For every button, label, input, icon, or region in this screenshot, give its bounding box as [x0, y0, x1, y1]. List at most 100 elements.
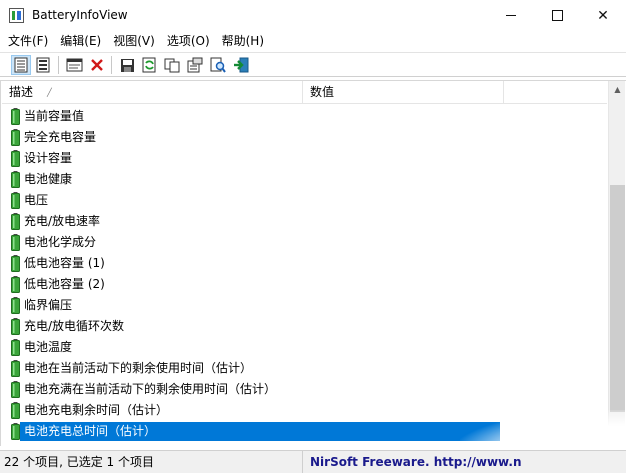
minimize-icon [506, 15, 516, 16]
battery-icon-wrap [11, 360, 20, 377]
battery-icon [11, 276, 20, 293]
battery-icon-wrap [11, 234, 20, 251]
row-description: 电池充满在当前活动下的剩余使用时间（估计） [24, 382, 277, 396]
exit-button[interactable] [231, 55, 251, 75]
chevron-up-icon: ▲ [614, 85, 621, 94]
table-row[interactable]: 电池在当前活动下的剩余使用时间（估计） [2, 358, 607, 379]
menu-file[interactable]: 文件(F) [2, 32, 54, 51]
battery-icon-wrap [11, 381, 20, 398]
row-description: 电池化学成分 [24, 235, 97, 249]
copy-button[interactable] [162, 55, 182, 75]
maximize-button[interactable] [534, 0, 580, 31]
status-url[interactable]: http://www.n [434, 455, 522, 469]
table-row[interactable]: 电池充满在当前活动下的剩余使用时间（估计） [2, 379, 607, 400]
html-report-icon [66, 58, 82, 72]
column-header-value[interactable]: 数值 [303, 81, 504, 104]
window-title: BatteryInfoView [32, 8, 128, 22]
table-row[interactable]: 电池充电剩余时间（估计） [2, 400, 607, 421]
refresh-button[interactable] [139, 55, 159, 75]
row-description: 临界偏压 [24, 298, 73, 312]
menu-options[interactable]: 选项(O) [161, 32, 216, 51]
app-icon [9, 8, 24, 23]
column-header-description[interactable]: 描述 ╱ [2, 81, 303, 104]
battery-icon-wrap [11, 255, 20, 272]
menu-bar: 文件(F) 编辑(E) 视图(V) 选项(O) 帮助(H) [0, 31, 626, 52]
table-row[interactable]: 电压 [2, 190, 607, 211]
row-description: 电池在当前活动下的剩余使用时间（估计） [24, 361, 253, 375]
table-row[interactable]: 充电/放电速率 [2, 211, 607, 232]
battery-icon-wrap [11, 171, 20, 188]
battery-icon-wrap [11, 108, 20, 125]
battery-icon [11, 234, 20, 251]
table-row[interactable]: 低电池容量 (2) [2, 274, 607, 295]
row-description: 充电/放电循环次数 [24, 319, 125, 333]
status-nirsoft-link[interactable]: NirSoft Freeware. http://www.n [306, 451, 624, 473]
save-button[interactable] [117, 55, 137, 75]
row-description: 当前容量值 [24, 109, 85, 123]
status-item-count: 22 个项目, 已选定 1 个项目 [0, 451, 303, 473]
battery-icon-wrap [11, 297, 20, 314]
battery-icon [11, 255, 20, 272]
battery-icon-wrap [11, 213, 20, 230]
properties-button[interactable] [185, 55, 205, 75]
table-row[interactable]: 临界偏压 [2, 295, 607, 316]
row-description: 低电池容量 (2) [24, 277, 105, 291]
battery-icon [11, 171, 20, 188]
row-description: 电池充电剩余时间（估计） [24, 403, 169, 417]
chevron-down-icon: ▼ [614, 434, 621, 443]
menu-edit[interactable]: 编辑(E) [54, 32, 107, 51]
battery-list-view: 描述 ╱ 数值 当前容量值完全充电容量设计容量电池健康电压充电/放电速率电池化学… [0, 80, 626, 447]
battery-icon [11, 108, 20, 125]
table-row[interactable]: 电池温度 [2, 337, 607, 358]
row-description: 电池温度 [24, 340, 73, 354]
table-row[interactable]: 电池充电总时间（估计） [2, 421, 607, 442]
battery-info-mode-button[interactable] [11, 55, 31, 75]
row-description: 完全充电容量 [24, 130, 97, 144]
table-row[interactable]: 当前容量值 [2, 106, 607, 127]
battery-log-mode-button[interactable] [33, 55, 53, 75]
table-row[interactable]: 低电池容量 (1) [2, 253, 607, 274]
battery-icon [11, 192, 20, 209]
scroll-down-button[interactable]: ▼ [609, 430, 626, 447]
scroll-thumb[interactable] [610, 185, 625, 412]
row-description: 电池健康 [24, 172, 73, 186]
vertical-scrollbar[interactable]: ▲ ▼ [608, 81, 625, 447]
minimize-button[interactable] [488, 0, 534, 31]
list-header: 描述 ╱ 数值 [2, 81, 607, 104]
delete-icon [91, 59, 103, 71]
scroll-up-button[interactable]: ▲ [609, 81, 626, 98]
row-description: 低电池容量 (1) [24, 256, 105, 270]
close-button[interactable]: ✕ [580, 0, 626, 31]
table-row[interactable]: 充电/放电循环次数 [2, 316, 607, 337]
battery-icon [11, 297, 20, 314]
table-row[interactable]: 完全充电容量 [2, 127, 607, 148]
table-row[interactable]: 电池健康 [2, 169, 607, 190]
battery-icon-wrap [11, 318, 20, 335]
exit-icon [234, 57, 249, 73]
battery-icon-wrap [11, 150, 20, 167]
row-description: 电压 [24, 193, 49, 207]
menu-help[interactable]: 帮助(H) [216, 32, 270, 51]
battery-icon [11, 318, 20, 335]
list-rows: 当前容量值完全充电容量设计容量电池健康电压充电/放电速率电池化学成分 低电池容量 … [2, 106, 607, 442]
column-header-empty [504, 81, 607, 104]
battery-icon-wrap [11, 276, 20, 293]
battery-icon-wrap [11, 129, 20, 146]
battery-icon-wrap [11, 423, 20, 440]
battery-icon-wrap [11, 192, 20, 209]
battery-icon [11, 381, 20, 398]
sort-arrow-icon: ╱ [47, 88, 52, 97]
battery-icon [11, 213, 20, 230]
table-row[interactable]: 电池化学成分 [2, 232, 607, 253]
delete-button[interactable] [87, 55, 107, 75]
html-report-button[interactable] [64, 55, 84, 75]
find-button[interactable] [208, 55, 228, 75]
battery-icon [11, 150, 20, 167]
table-row[interactable]: 设计容量 [2, 148, 607, 169]
battery-icon-wrap [11, 402, 20, 419]
menu-view[interactable]: 视图(V) [107, 32, 161, 51]
save-icon [120, 58, 134, 72]
title-bar: BatteryInfoView ✕ [0, 0, 626, 31]
battery-icon [11, 423, 20, 440]
maximize-icon [551, 10, 563, 21]
